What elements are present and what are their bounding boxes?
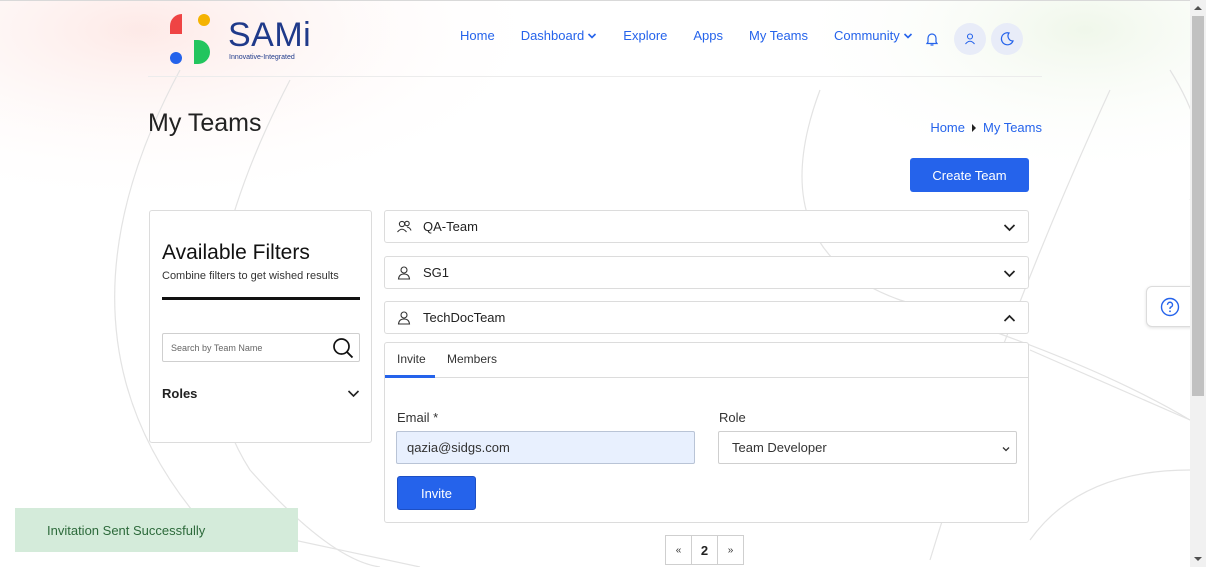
nav-apps-label: Apps [693,28,724,43]
brand-name: SAMi [228,16,312,54]
user-icon [965,33,975,45]
logo-mark-icon [170,14,210,64]
pagination-next[interactable]: » [717,535,744,565]
create-team-button[interactable]: Create Team [910,158,1029,192]
filters-panel: Available Filters Combine filters to get… [149,210,372,443]
breadcrumb-separator-icon [972,123,976,132]
nav-dashboard[interactable]: Dashboard [521,28,598,43]
toast-message: Invitation Sent Successfully [47,522,206,538]
nav-explore-label: Explore [623,28,668,43]
team-invite-panel: Invite Members Email * Role Team Develop… [384,342,1029,523]
brand-logo[interactable]: SAMi Innovative-Integrated [168,12,312,66]
role-label: Role [719,410,746,425]
dark-mode-toggle[interactable] [991,23,1023,55]
filters-divider [162,297,360,300]
chevron-down-icon [347,390,360,398]
team-accordion-sg1[interactable]: SG1 [384,256,1029,289]
user-icon [397,265,411,280]
filters-subtitle: Combine filters to get wished results [162,270,339,282]
chevron-down-icon [903,32,912,39]
chevron-down-icon [1003,224,1016,232]
active-tab-indicator [385,375,435,378]
main-nav: Home Dashboard Explore Apps My Teams Com… [460,28,939,43]
page-title: My Teams [148,109,262,137]
scroll-up-icon[interactable] [1194,4,1202,12]
user-icon [397,310,411,325]
moon-icon [1000,32,1014,46]
tab-members[interactable]: Members [447,352,497,366]
roles-filter-toggle[interactable]: Roles [162,386,360,401]
panel-tabs: Invite Members [385,343,1028,378]
team-search-box [162,333,360,362]
success-toast: Invitation Sent Successfully [15,508,298,552]
page: SAMi Innovative-Integrated Home Dashboar… [0,0,1194,567]
roles-label: Roles [162,386,198,401]
team-accordion-qa-team[interactable]: QA-Team [384,210,1029,243]
nav-home-label: Home [460,28,495,43]
team-name: SG1 [423,265,450,280]
nav-community[interactable]: Community [834,28,913,43]
scrollbar-thumb[interactable] [1192,16,1204,396]
help-button[interactable] [1146,286,1194,327]
nav-explore[interactable]: Explore [623,28,667,43]
invite-button[interactable]: Invite [397,476,476,510]
team-name: TechDocTeam [423,310,506,325]
pagination: « 2 » [665,535,744,565]
chevron-up-icon [1003,314,1016,322]
users-icon [397,220,412,232]
nav-home[interactable]: Home [460,28,495,43]
pagination-prev[interactable]: « [665,535,692,565]
role-select[interactable]: Team Developer [718,431,1017,464]
help-icon [1160,297,1180,316]
email-field[interactable] [396,431,695,464]
filters-title: Available Filters [162,241,310,264]
notifications-button[interactable] [916,23,948,55]
nav-my-teams-label: My Teams [749,28,809,43]
nav-apps[interactable]: Apps [693,28,723,43]
bell-icon [925,33,939,46]
pagination-current-page[interactable]: 2 [691,535,718,565]
site-header: SAMi Innovative-Integrated Home Dashboar… [148,0,1042,77]
brand-tagline: Innovative-Integrated [229,54,295,61]
breadcrumb: Home My Teams [930,120,1042,135]
nav-dashboard-label: Dashboard [520,28,585,43]
nav-community-label: Community [834,28,900,43]
team-search-input[interactable] [171,334,331,361]
email-label: Email * [397,410,439,425]
search-icon[interactable] [332,337,354,359]
chevron-down-icon [1002,447,1010,452]
role-selected-value: Team Developer [732,440,827,455]
breadcrumb-current[interactable]: My Teams [983,120,1042,135]
chevron-down-icon [1003,270,1016,278]
page-scrollbar[interactable] [1190,0,1206,567]
tab-invite[interactable]: Invite [397,352,426,366]
scroll-down-icon[interactable] [1194,555,1202,563]
breadcrumb-home[interactable]: Home [930,120,965,135]
team-name: QA-Team [423,219,478,234]
nav-my-teams[interactable]: My Teams [749,28,808,43]
user-menu-button[interactable] [954,23,986,55]
chevron-down-icon [588,32,597,39]
team-accordion-techdocteam[interactable]: TechDocTeam [384,301,1029,334]
